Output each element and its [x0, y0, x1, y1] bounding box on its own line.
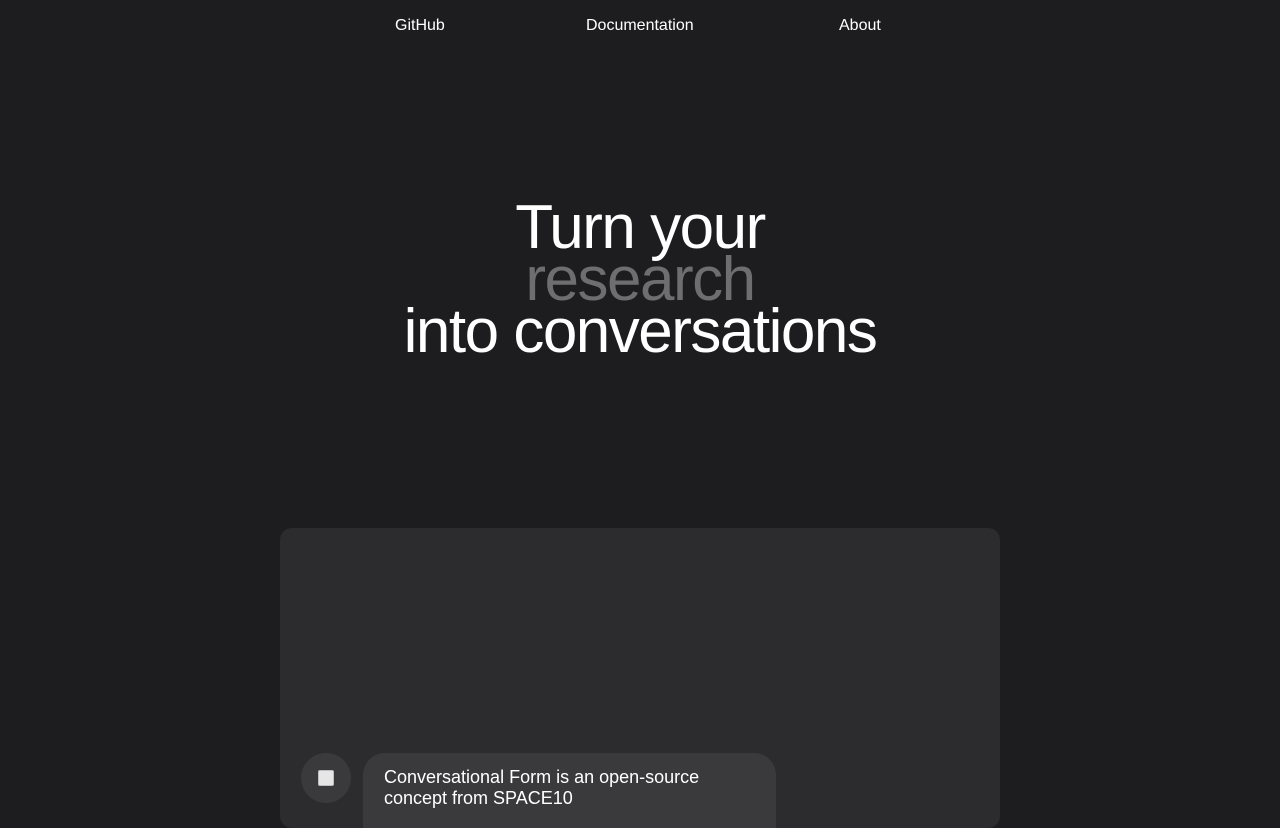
nav-link-github[interactable]: GitHub — [395, 16, 445, 35]
chat-message-text: Conversational Form is an open-source co… — [384, 767, 700, 808]
hero-headline: Turn your research into conversations — [0, 197, 1280, 366]
nav-link-about[interactable]: About — [839, 16, 881, 35]
headline-text-into-conversations: into conversations — [403, 297, 878, 366]
headline-line-3: into conversations — [0, 297, 1280, 366]
conversation-panel: Conversational Form is an open-source co… — [280, 528, 1000, 828]
chat-message-bubble: Conversational Form is an open-source co… — [363, 753, 776, 828]
top-navigation: GitHub Documentation About — [0, 0, 1280, 52]
robot-avatar-icon — [318, 770, 334, 786]
nav-link-documentation[interactable]: Documentation — [586, 16, 694, 35]
bot-avatar — [301, 753, 351, 803]
